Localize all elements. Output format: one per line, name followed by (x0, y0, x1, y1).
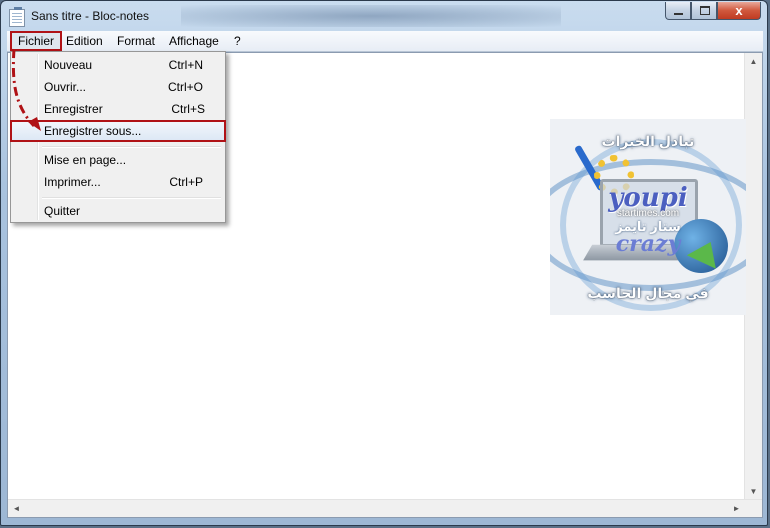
annotation-arrow-path (11, 48, 36, 128)
annotation-arrow-layer (11, 48, 41, 131)
annotation-arrowhead-icon (28, 117, 41, 131)
